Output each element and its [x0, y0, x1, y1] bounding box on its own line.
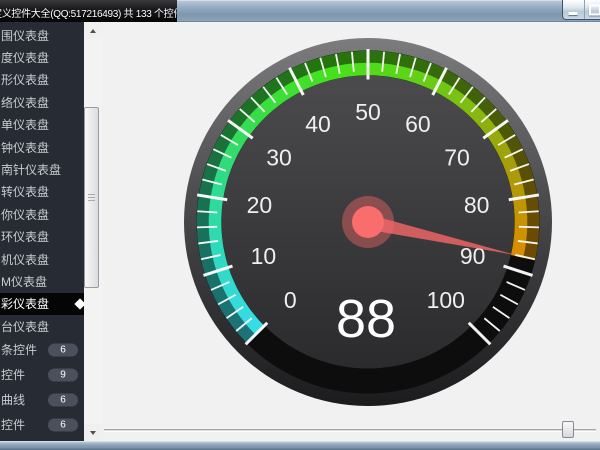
count-badge: 9: [48, 368, 78, 381]
sidebar-item[interactable]: 控件 9: [0, 362, 84, 387]
minimize-icon: [569, 12, 578, 15]
sidebar-item-label: 彩仪表盘: [1, 295, 49, 312]
window-title: 定义控件大全(QQ:517216493) 共 133 个控件: [0, 5, 177, 20]
sidebar-item[interactable]: 彩仪表盘: [0, 293, 84, 315]
value-slider-track[interactable]: [104, 429, 596, 432]
sidebar-item-label: 钟仪表盘: [1, 139, 49, 156]
minimize-button[interactable]: [563, 0, 585, 19]
gauge-scale-label: 20: [247, 192, 273, 218]
gauge-scale-label: 30: [266, 144, 292, 170]
sidebar-item-label: M仪表盘: [1, 273, 47, 290]
count-badge: 6: [48, 343, 78, 356]
window-titlebar[interactable]: [177, 0, 600, 22]
window-bottom-border: [0, 441, 600, 450]
sidebar-item-label: 度仪表盘: [1, 49, 49, 66]
sidebar-item-label: 南针仪表盘: [1, 161, 61, 178]
sidebar-item[interactable]: 控件 6: [0, 412, 84, 437]
scroll-up-button[interactable]: [84, 22, 101, 39]
gauge-scale-label: 70: [444, 144, 470, 170]
sidebar-item-label: 围仪表盘: [1, 27, 49, 44]
caption-button-group: [562, 0, 600, 20]
scroll-down-button[interactable]: [84, 424, 101, 441]
count-badge: 6: [48, 393, 78, 406]
sidebar-item[interactable]: 台仪表盘: [0, 315, 84, 337]
sidebar-item-label: 单仪表盘: [1, 116, 49, 133]
sidebar-item[interactable]: 转仪表盘: [0, 181, 84, 203]
count-badge: 6: [48, 418, 78, 431]
sidebar-item-label: 你仪表盘: [1, 206, 49, 223]
sidebar-item[interactable]: 环仪表盘: [0, 226, 84, 248]
sidebar-list: 围仪表盘度仪表盘形仪表盘络仪表盘单仪表盘钟仪表盘南针仪表盘转仪表盘你仪表盘环仪表…: [0, 22, 84, 441]
sidebar-item[interactable]: 围仪表盘: [0, 24, 84, 46]
sidebar-item-label: 形仪表盘: [1, 71, 49, 88]
sidebar-item-label: 络仪表盘: [1, 94, 49, 111]
sidebar-scrollbar[interactable]: [84, 22, 101, 441]
gauge-scale-label: 50: [355, 99, 381, 125]
arrow-up-icon: [90, 29, 96, 33]
gauge-scale-label: 100: [427, 287, 465, 313]
sidebar-item[interactable]: 你仪表盘: [0, 203, 84, 225]
sidebar-item-label: 机仪表盘: [1, 251, 49, 268]
sidebar-item-label: 转仪表盘: [1, 183, 49, 200]
gauge-control: 010203040506070809010088: [178, 32, 558, 412]
gauge-scale-label: 60: [405, 111, 431, 137]
sidebar-item-label: 环仪表盘: [1, 228, 49, 245]
gauge-scale-label: 0: [284, 287, 297, 313]
sidebar-item-label: 控件: [1, 416, 25, 433]
maximize-icon: [589, 4, 600, 15]
app-titlebar-dark: 定义控件大全(QQ:517216493) 共 133 个控件: [0, 0, 177, 22]
sidebar-item-label: 曲线: [1, 391, 25, 408]
gauge-scale-label: 80: [464, 192, 490, 218]
scrollbar-thumb[interactable]: [84, 107, 99, 288]
sidebar-item[interactable]: 络仪表盘: [0, 91, 84, 113]
maximize-button[interactable]: [585, 0, 600, 19]
sidebar-item[interactable]: 曲线 6: [0, 387, 84, 412]
sidebar-item[interactable]: M仪表盘: [0, 270, 84, 292]
sidebar-item-label: 控件: [1, 366, 25, 383]
gauge-value: 88: [336, 289, 396, 349]
value-slider-thumb[interactable]: [562, 421, 574, 438]
gauge-scale-label: 40: [305, 111, 331, 137]
gauge-scale-label: 10: [251, 243, 277, 269]
sidebar-item[interactable]: 单仪表盘: [0, 114, 84, 136]
selected-marker-icon: [74, 298, 84, 309]
sidebar-item-label: 条控件: [1, 341, 37, 358]
sidebar-item-label: 台仪表盘: [1, 318, 49, 335]
arrow-down-icon: [90, 431, 96, 435]
sidebar-item[interactable]: 形仪表盘: [0, 69, 84, 91]
sidebar-item[interactable]: 条控件 6: [0, 337, 84, 362]
sidebar-item[interactable]: 度仪表盘: [0, 46, 84, 68]
sidebar-item[interactable]: 机仪表盘: [0, 248, 84, 270]
sidebar-item[interactable]: 南针仪表盘: [0, 158, 84, 180]
sidebar-item[interactable]: 钟仪表盘: [0, 136, 84, 158]
